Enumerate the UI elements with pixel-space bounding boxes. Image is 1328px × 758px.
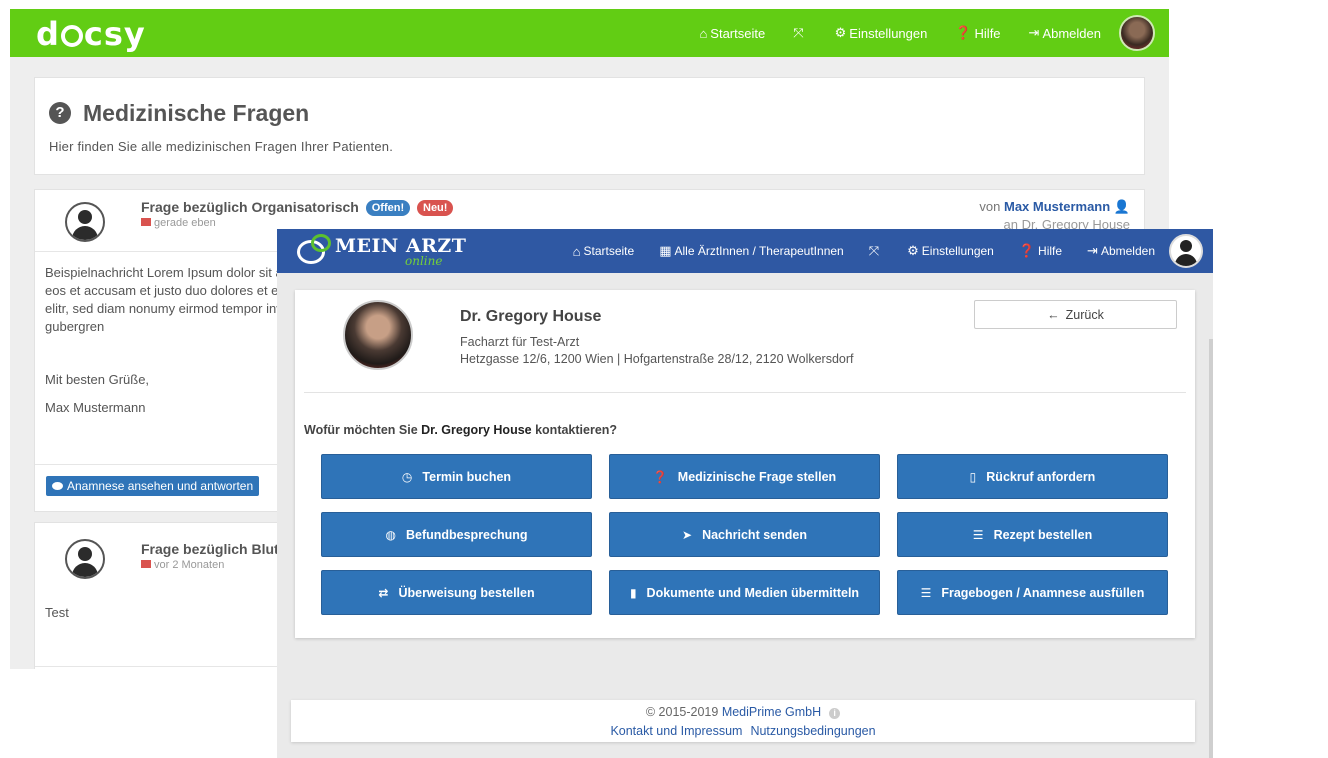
question-title[interactable]: Frage bezüglich Organisatorisch Offen! N… [141, 199, 454, 216]
doctor-photo [343, 300, 413, 370]
comment-icon [141, 218, 151, 226]
company-link[interactable]: MediPrime GmbH [722, 705, 821, 719]
nav-settings-link[interactable]: ⚙ Einstellungen [907, 243, 994, 259]
user-avatar[interactable] [1169, 234, 1203, 268]
status-badge-open: Offen! [365, 200, 411, 216]
sign-in-icon: ⇥ [1028, 25, 1040, 40]
question-greeting: Mit besten Grüße, [45, 372, 150, 387]
page-footer: © 2015-2019 MediPrime GmbH i Kontakt und … [291, 700, 1195, 742]
nav-settings-link[interactable]: ⚙ Einstellungen [835, 25, 928, 41]
nav-all-doctors-link[interactable]: ▦ Alle ÄrztInnen / TherapeutInnen [659, 243, 844, 259]
scrollbar[interactable] [1209, 339, 1213, 758]
expand-icon: ⤧ [793, 25, 804, 40]
exchange-icon: ⇄ [378, 585, 389, 600]
page-title: Medizinische Fragen [83, 100, 310, 126]
meinarzt-logo-subtext: online [405, 254, 443, 268]
question-signature: Max Mustermann [45, 400, 146, 415]
send-message-button[interactable]: ➤ Nachricht senden [609, 512, 880, 557]
question-timestamp: vor 2 Monaten [141, 559, 224, 571]
clock-icon: ◷ [401, 469, 413, 484]
sign-in-icon: ⇥ [1087, 243, 1098, 258]
user-icon: 👤 [1113, 199, 1130, 214]
nav-logout-link[interactable]: ⇥ Abmelden [1029, 25, 1101, 41]
book-appointment-button[interactable]: ◷ Termin buchen [321, 454, 592, 499]
view-anamnesis-button[interactable]: Anamnese ansehen und antworten [46, 476, 260, 496]
question-icon: ❓ [652, 469, 668, 484]
gear-icon: ⚙ [907, 243, 919, 258]
back-button[interactable]: ← Zurück [974, 300, 1177, 329]
home-icon: ⌂ [699, 25, 708, 41]
order-prescription-button[interactable]: ☰ Rezept bestellen [897, 512, 1168, 557]
user-avatar[interactable] [1119, 15, 1155, 51]
contact-imprint-link[interactable]: Kontakt und Impressum [610, 724, 742, 738]
docsy-logo[interactable]: d csy [36, 15, 146, 53]
file-icon: ▮ [629, 585, 637, 600]
ask-medical-question-button[interactable]: ❓ Medizinische Frage stellen [609, 454, 880, 499]
eye-icon [52, 482, 63, 490]
home-icon: ⌂ [572, 243, 581, 259]
status-badge-new: Neu! [417, 200, 454, 216]
info-icon[interactable]: i [829, 708, 841, 719]
question-timestamp: gerade eben [141, 217, 216, 229]
gear-icon: ⚙ [834, 25, 847, 40]
send-documents-button[interactable]: ▮ Dokumente und Medien übermitteln [609, 570, 880, 615]
globe-icon: ◍ [385, 527, 396, 542]
paper-plane-icon: ➤ [682, 527, 693, 542]
fullscreen-button[interactable]: ⤧ [793, 25, 806, 41]
list-icon: ☰ [920, 585, 932, 600]
list-icon: ☰ [972, 527, 984, 542]
contact-prompt: Wofür möchten Sie Dr. Gregory House kont… [304, 423, 618, 437]
meinarzt-logo-text[interactable]: MEIN ARZT [335, 235, 466, 257]
nav-home-link[interactable]: ⌂ Startseite [699, 26, 765, 41]
order-referral-button[interactable]: ⇄ Überweisung bestellen [321, 570, 592, 615]
page-header-card: ? Medizinische Fragen Hier finden Sie al… [34, 77, 1145, 175]
mobile-phone-icon: ▯ [969, 469, 977, 484]
question-circle-icon: ❓ [1018, 243, 1036, 258]
doctor-address: Hetzgasse 12/6, 1200 Wien | Hofgartenstr… [460, 352, 854, 366]
nav-help-link[interactable]: ❓ Hilfe [1019, 243, 1062, 259]
grid-icon: ▦ [659, 243, 672, 258]
patient-avatar-icon [65, 539, 105, 579]
page-subtitle: Hier finden Sie alle medizinischen Frage… [49, 139, 394, 154]
arrow-left-icon: ← [1047, 307, 1060, 322]
question-circle-icon: ❓ [955, 25, 972, 40]
expand-icon: ⤧ [868, 243, 880, 258]
meinarzt-logo-icon[interactable] [297, 234, 331, 268]
discuss-findings-button[interactable]: ◍ Befundbesprechung [321, 512, 592, 557]
doctor-contact-card: Dr. Gregory House Facharzt für Test-Arzt… [295, 290, 1195, 638]
question-sender: von Max Mustermann 👤 [979, 199, 1130, 214]
doctor-specialty: Facharzt für Test-Arzt [460, 335, 580, 349]
question-body: Beispielnachricht Lorem Ipsum dolor sit … [45, 265, 277, 334]
fullscreen-button[interactable]: ⤧ [869, 243, 882, 259]
meinarzt-navbar: MEIN ARZT online ⌂ Startseite ▦ Alle ÄrztI… [277, 229, 1213, 273]
question-circle-icon: ? [49, 102, 71, 124]
fill-questionnaire-button[interactable]: ☰ Fragebogen / Anamnese ausfüllen [897, 570, 1168, 615]
nav-home-link[interactable]: ⌂ Startseite [573, 244, 635, 259]
stethoscope-icon [60, 25, 83, 47]
request-callback-button[interactable]: ▯ Rückruf anfordern [897, 454, 1168, 499]
terms-link[interactable]: Nutzungsbedingungen [750, 724, 875, 738]
copyright-text: © 2015-2019 [645, 705, 719, 719]
patient-avatar-icon [65, 202, 105, 242]
meinarzt-window: MEIN ARZT online ⌂ Startseite ▦ Alle ÄrztI… [277, 229, 1213, 758]
doctor-name: Dr. Gregory House [460, 308, 602, 325]
comment-icon [141, 560, 151, 568]
nav-logout-link[interactable]: ⇥ Abmelden [1087, 243, 1155, 259]
question-body: Test [45, 605, 69, 620]
docsy-navbar: d csy ⌂ Startseite ⤧ ⚙ Einstellungen ❓ Hilfe… [10, 9, 1169, 57]
nav-help-link[interactable]: ❓ Hilfe [955, 25, 1000, 41]
